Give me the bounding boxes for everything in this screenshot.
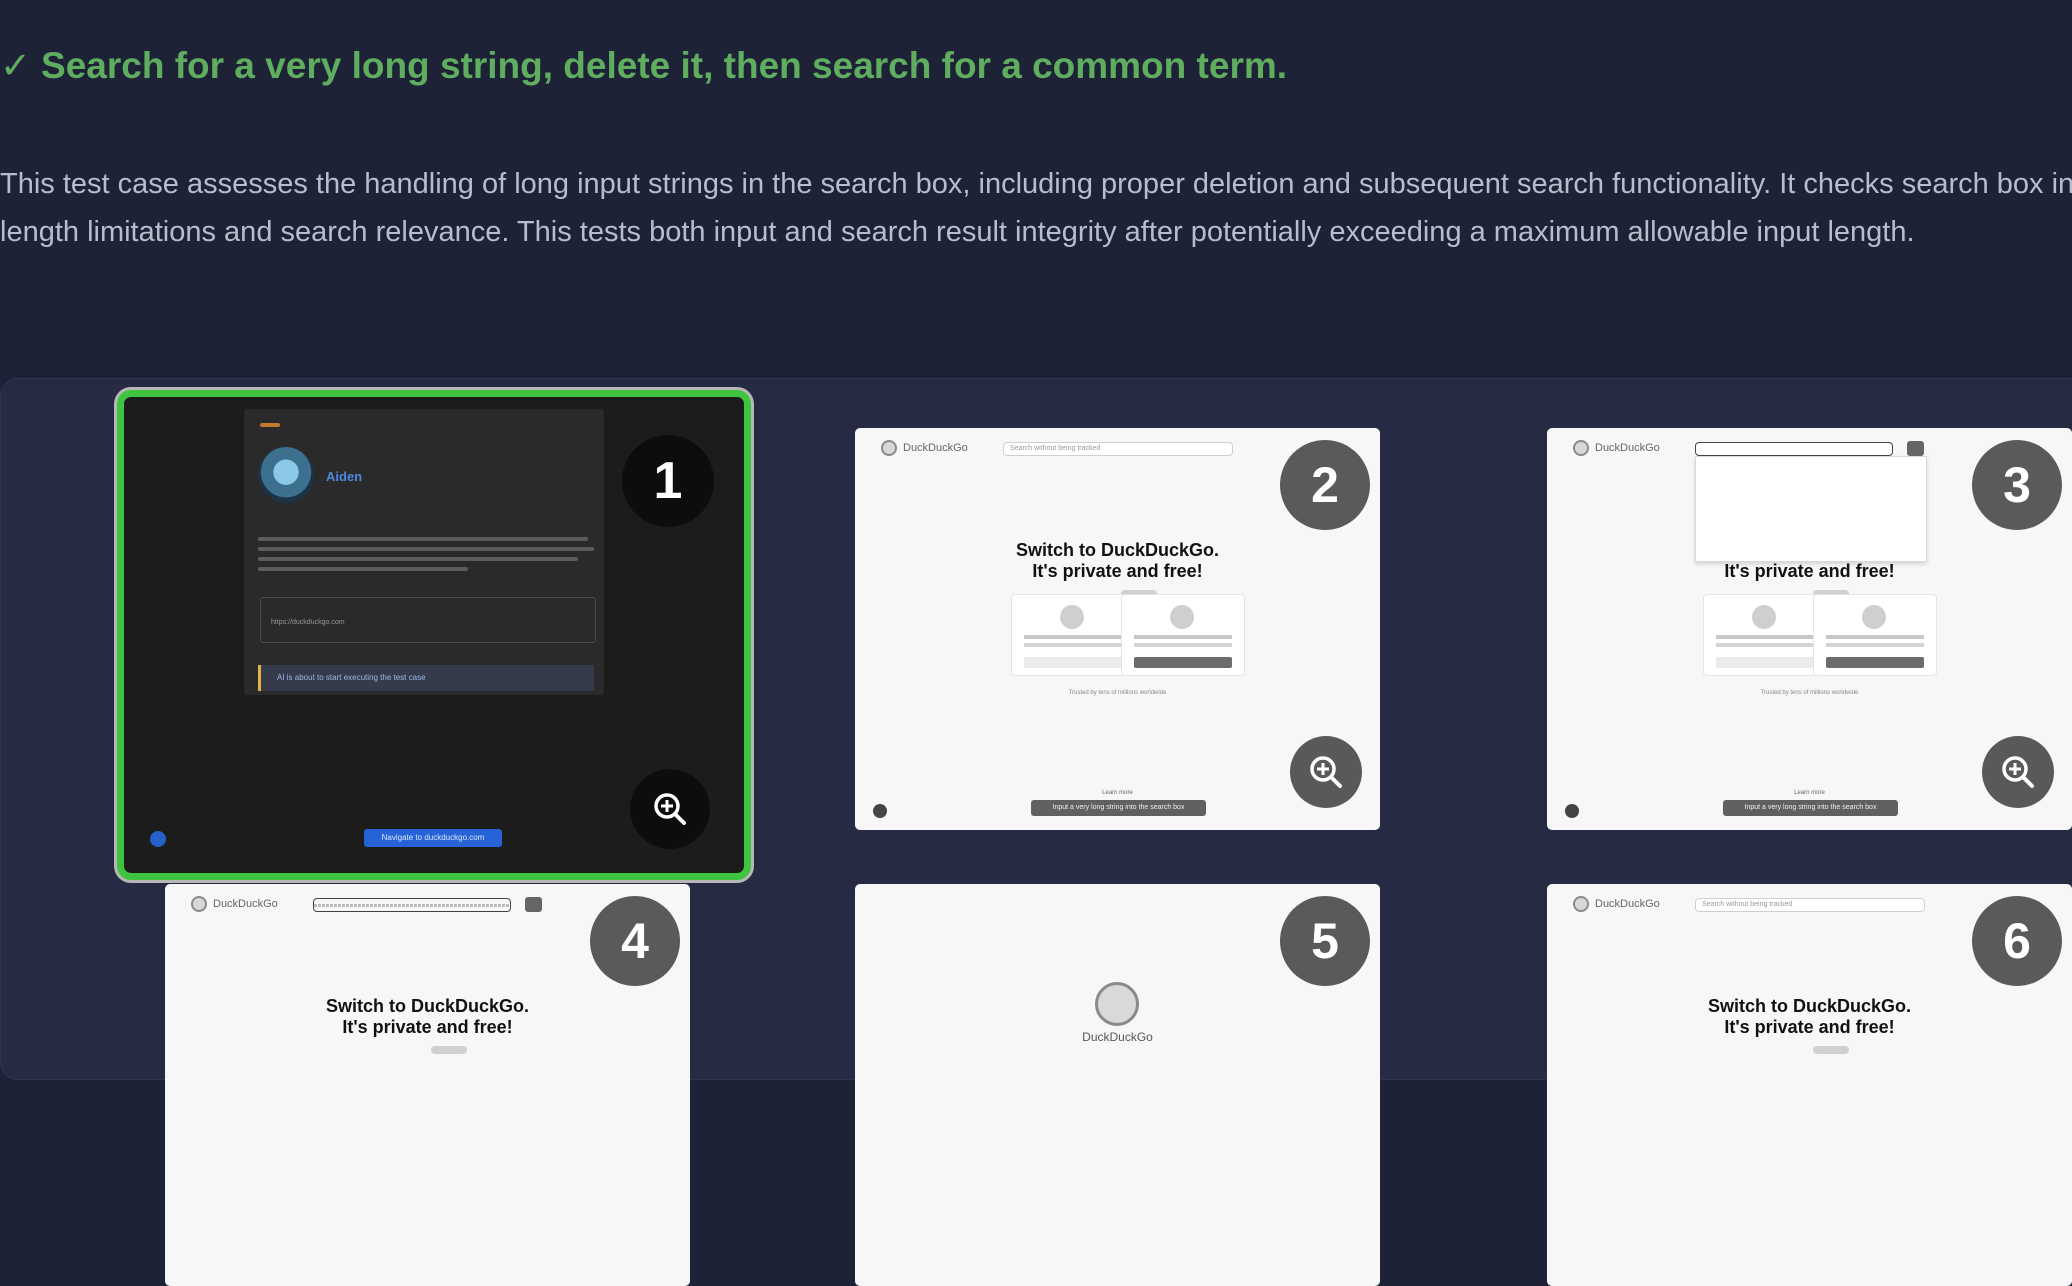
action-label: Navigate to duckduckgo.com (364, 829, 502, 847)
tag (431, 1046, 467, 1054)
test-title: ✓ Search for a very long string, delete i… (0, 44, 1287, 87)
duckduckgo-logo-icon (191, 896, 207, 912)
duckduckgo-logo-icon (1573, 440, 1589, 456)
brand-name: DuckDuckGo (213, 898, 278, 910)
trusted-text: Trusted by tens of millions worldwide (1760, 690, 1859, 696)
headline-2: It's private and free! (1724, 1017, 1895, 1037)
headline-1: Switch to DuckDuckGo. (1015, 540, 1220, 560)
headline-2: It's private and free! (342, 1017, 513, 1037)
avatar (258, 447, 314, 503)
brand-name: DuckDuckGo (1082, 1030, 1153, 1044)
duckduckgo-logo-icon (1095, 982, 1139, 1026)
search-input[interactable] (313, 898, 511, 912)
step-thumbnail-3[interactable]: DuckDuckGo It's private and free! Truste… (1547, 428, 2072, 830)
url-field[interactable]: https://duckduckgo.com (260, 597, 596, 643)
step-thumbnail-2[interactable]: DuckDuckGo Search without being tracked … (855, 428, 1380, 830)
step-number-badge: 5 (1280, 896, 1370, 986)
search-input[interactable]: Search without being tracked (1695, 898, 1925, 912)
step-number-badge: 4 (590, 896, 680, 986)
chat-panel: Aiden https://duckduckgo.com AI is about… (244, 409, 604, 695)
info-icon[interactable] (873, 804, 887, 818)
duckduckgo-logo-icon (1573, 896, 1589, 912)
action-label: Input a very long string into the search… (1031, 800, 1206, 816)
card-browser (1121, 594, 1245, 676)
search-input[interactable]: Search without being tracked (1003, 442, 1233, 456)
step-thumbnail-6[interactable]: DuckDuckGo Search without being tracked … (1547, 884, 2072, 1286)
headline-2: It's private and free! (1724, 561, 1895, 581)
zoom-in-icon[interactable] (1290, 736, 1362, 808)
duckduckgo-logo-icon (881, 440, 897, 456)
trusted-text: Trusted by tens of millions worldwide (1068, 690, 1167, 696)
step-number-badge: 2 (1280, 440, 1370, 530)
action-label: Input a very long string into the search… (1723, 800, 1898, 816)
info-icon[interactable] (1565, 804, 1579, 818)
headline-2: It's private and free! (1032, 561, 1203, 581)
card-search (1011, 594, 1135, 676)
step-number-badge: 6 (1972, 896, 2062, 986)
search-button[interactable] (1907, 441, 1924, 456)
step-thumbnail-5[interactable]: DuckDuckGo 5 (855, 884, 1380, 1286)
tag (1813, 1046, 1849, 1054)
card-browser (1813, 594, 1937, 676)
zoom-in-icon[interactable] (1982, 736, 2054, 808)
check-icon: ✓ (0, 45, 32, 86)
test-description: This test case assesses the handling of … (0, 168, 2072, 248)
zoom-in-icon[interactable] (630, 769, 710, 849)
search-button[interactable] (525, 897, 542, 912)
step-thumbnail-1[interactable]: Aiden https://duckduckgo.com AI is about… (117, 390, 751, 880)
brand-name: DuckDuckGo (903, 442, 968, 454)
brand-name: DuckDuckGo (1595, 898, 1660, 910)
user-name: Aiden (326, 469, 363, 484)
search-input[interactable] (1695, 442, 1893, 456)
status-message: AI is about to start executing the test … (258, 665, 594, 691)
headline-1: Switch to DuckDuckGo. (1707, 996, 1912, 1016)
info-icon[interactable] (150, 831, 166, 847)
headline-1: Switch to DuckDuckGo. (325, 996, 530, 1016)
step-thumbnail-4[interactable]: DuckDuckGo Switch to DuckDuckGo. It's pr… (165, 884, 690, 1286)
autocomplete-dropdown[interactable] (1695, 456, 1927, 562)
brand-name: DuckDuckGo (1595, 442, 1660, 454)
card-search (1703, 594, 1827, 676)
url-value: https://duckduckgo.com (271, 619, 345, 626)
step-number-badge: 3 (1972, 440, 2062, 530)
test-title-text: Search for a very long string, delete it… (41, 45, 1288, 86)
step-number-badge: 1 (622, 435, 714, 527)
